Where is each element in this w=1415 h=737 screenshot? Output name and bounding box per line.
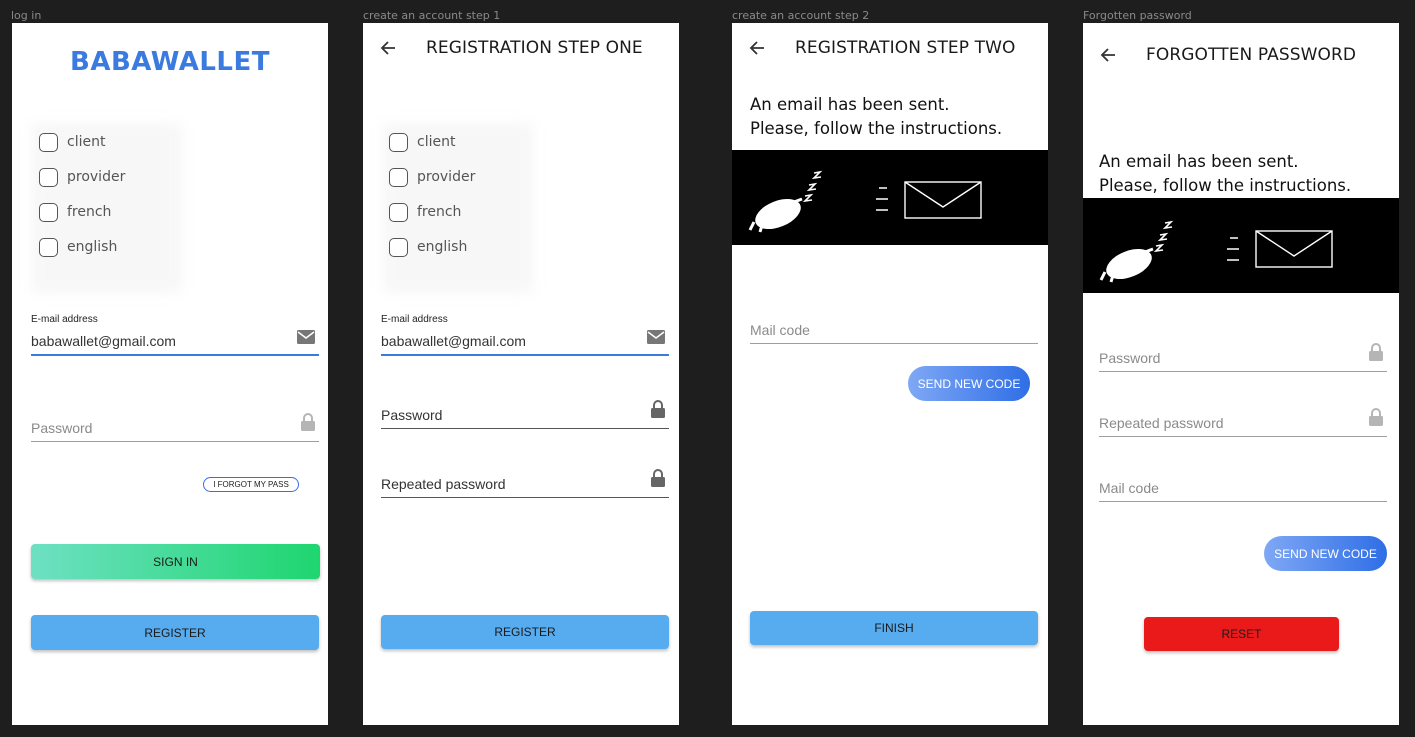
registration-step-two-screen: REGISTRATION STEP TWO An email has been … bbox=[732, 23, 1048, 725]
option-label: english bbox=[67, 239, 118, 255]
lock-icon bbox=[1369, 408, 1383, 431]
checkbox[interactable] bbox=[389, 167, 408, 187]
mail-code-field[interactable]: Mail code bbox=[750, 312, 1038, 344]
option-client[interactable]: client bbox=[39, 130, 125, 154]
options-list: client provider french english bbox=[39, 130, 125, 259]
lock-icon bbox=[651, 400, 665, 423]
option-label: english bbox=[417, 239, 468, 255]
email-field[interactable]: babawallet@gmail.com bbox=[31, 326, 319, 356]
frame-label-login: log in bbox=[11, 9, 42, 22]
checkbox[interactable] bbox=[389, 202, 408, 222]
send-new-code-button[interactable]: SEND NEW CODE bbox=[908, 366, 1030, 401]
forgotten-password-screen: FORGOTTEN PASSWORD An email has been sen… bbox=[1083, 23, 1399, 725]
arrow-left-icon[interactable] bbox=[1099, 45, 1119, 65]
option-french[interactable]: french bbox=[389, 200, 475, 224]
send-new-code-button[interactable]: SEND NEW CODE bbox=[1264, 536, 1387, 571]
frame-label-register-step-1: create an account step 1 bbox=[363, 9, 501, 22]
lock-icon bbox=[301, 413, 315, 436]
envelope-icon bbox=[876, 181, 982, 219]
checkbox[interactable] bbox=[39, 167, 58, 187]
option-label: french bbox=[67, 204, 112, 220]
checkbox[interactable] bbox=[39, 202, 58, 222]
mail-icon bbox=[297, 330, 315, 349]
envelope-icon bbox=[1227, 230, 1333, 268]
mail-code-placeholder: Mail code bbox=[1099, 480, 1159, 496]
frame-label-forgotten-password: Forgotten password bbox=[1083, 9, 1192, 22]
forgot-password-button[interactable]: I FORGOT MY PASS bbox=[203, 477, 299, 492]
password-placeholder: Password bbox=[31, 420, 93, 436]
option-label: french bbox=[417, 204, 462, 220]
page-title: FORGOTTEN PASSWORD bbox=[1146, 45, 1357, 65]
message-line-2: Please, follow the instructions. bbox=[1099, 176, 1352, 195]
option-provider[interactable]: provider bbox=[39, 165, 125, 189]
option-provider[interactable]: provider bbox=[389, 165, 475, 189]
email-label: E-mail address bbox=[31, 314, 98, 325]
arrow-left-icon[interactable] bbox=[748, 38, 768, 58]
app-logo: BABAWALLET bbox=[70, 47, 270, 77]
password-placeholder: Password bbox=[381, 407, 443, 423]
finish-button[interactable]: FINISH bbox=[750, 611, 1038, 645]
option-english[interactable]: english bbox=[39, 235, 125, 259]
option-label: client bbox=[67, 134, 106, 150]
reset-button[interactable]: RESET bbox=[1144, 617, 1339, 651]
option-client[interactable]: client bbox=[389, 130, 475, 154]
lock-icon bbox=[651, 469, 665, 492]
mail-icon bbox=[647, 330, 665, 349]
mail-code-field[interactable]: Mail code bbox=[1099, 470, 1387, 502]
sleeping-creature-icon bbox=[1099, 220, 1174, 283]
register-button[interactable]: REGISTER bbox=[31, 615, 319, 650]
email-sent-banner bbox=[732, 150, 1048, 245]
checkbox[interactable] bbox=[389, 132, 408, 152]
email-label: E-mail address bbox=[381, 314, 448, 325]
info-message: An email has been sent. Please, follow t… bbox=[1099, 150, 1351, 198]
email-field[interactable]: babawallet@gmail.com bbox=[381, 326, 669, 356]
register-button[interactable]: REGISTER bbox=[381, 615, 669, 649]
info-message: An email has been sent. Please, follow t… bbox=[750, 93, 1002, 141]
option-french[interactable]: french bbox=[39, 200, 125, 224]
sleeping-creature-icon bbox=[748, 170, 823, 233]
checkbox[interactable] bbox=[39, 132, 58, 152]
page-title: REGISTRATION STEP ONE bbox=[426, 38, 643, 58]
message-line-1: An email has been sent. bbox=[750, 95, 950, 114]
repeated-password-placeholder: Repeated password bbox=[381, 476, 506, 492]
lock-icon bbox=[1369, 343, 1383, 366]
option-label: client bbox=[417, 134, 456, 150]
options-list: client provider french english bbox=[389, 130, 475, 259]
message-line-1: An email has been sent. bbox=[1099, 152, 1299, 171]
password-field[interactable]: Password bbox=[381, 397, 669, 429]
option-label: provider bbox=[417, 169, 476, 185]
registration-step-one-screen: REGISTRATION STEP ONE client provider fr… bbox=[363, 23, 679, 725]
option-label: provider bbox=[67, 169, 126, 185]
password-field[interactable]: Password bbox=[1099, 340, 1387, 372]
password-field[interactable]: Password bbox=[31, 410, 319, 442]
password-placeholder: Password bbox=[1099, 350, 1161, 366]
repeated-password-placeholder: Repeated password bbox=[1099, 415, 1224, 431]
mail-code-placeholder: Mail code bbox=[750, 322, 810, 338]
checkbox[interactable] bbox=[39, 237, 58, 257]
frame-label-register-step-2: create an account step 2 bbox=[732, 9, 870, 22]
message-line-2: Please, follow the instructions. bbox=[750, 119, 1003, 138]
repeated-password-field[interactable]: Repeated password bbox=[381, 466, 669, 498]
email-sent-banner bbox=[1083, 198, 1399, 293]
login-screen: BABAWALLET client provider french englis… bbox=[12, 23, 328, 725]
email-value: babawallet@gmail.com bbox=[31, 333, 176, 349]
sign-in-button[interactable]: SIGN IN bbox=[31, 544, 320, 579]
option-english[interactable]: english bbox=[389, 235, 475, 259]
repeated-password-field[interactable]: Repeated password bbox=[1099, 405, 1387, 437]
page-title: REGISTRATION STEP TWO bbox=[795, 38, 1016, 58]
arrow-left-icon[interactable] bbox=[379, 38, 399, 58]
email-value: babawallet@gmail.com bbox=[381, 333, 526, 349]
checkbox[interactable] bbox=[389, 237, 408, 257]
